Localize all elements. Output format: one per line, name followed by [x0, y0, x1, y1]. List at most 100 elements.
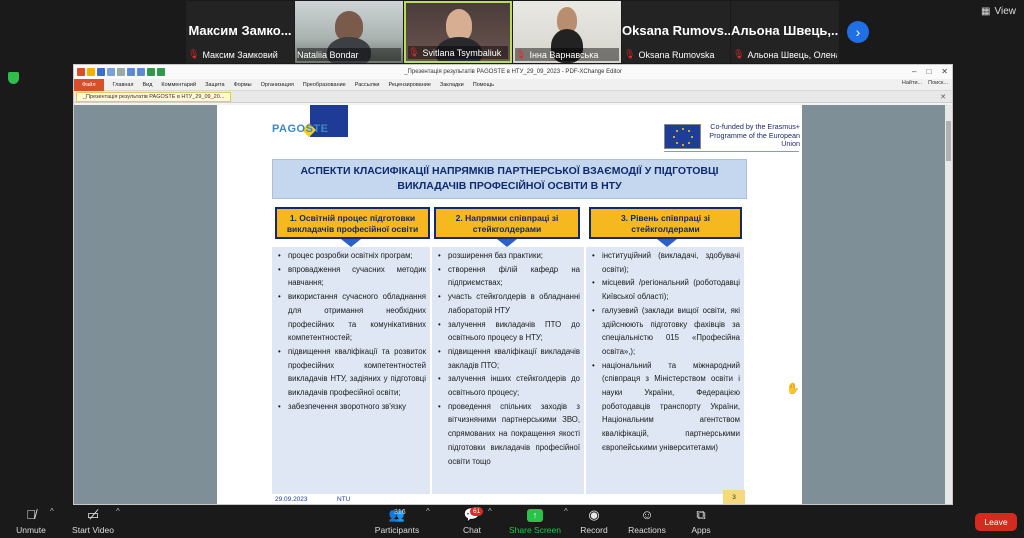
participants-count: 316 [394, 509, 406, 516]
chevron-up-icon[interactable]: ^ [426, 507, 430, 516]
ribbon-tab[interactable]: Комментарий [161, 82, 196, 88]
grid-icon: ▦ [981, 6, 991, 17]
slide-footer-date: 29.09.2023 [275, 496, 308, 503]
participant-display-name: Альона Швець,... [731, 23, 839, 38]
ribbon-tab[interactable]: Организация [261, 82, 294, 88]
record-label: Record [580, 525, 608, 535]
security-shield-icon[interactable] [8, 72, 19, 84]
participant-name: Oksana Rumovska [638, 49, 715, 60]
reactions-icon: ☺ [640, 507, 654, 522]
participant-name: Максим Замковий [202, 49, 278, 60]
apps-icon: ⧉ [696, 507, 706, 522]
list-item: забезпечення зворотного зв'язку [278, 400, 426, 414]
participant-name: Інна Варнавська [529, 49, 599, 60]
mic-muted-icon: 🎙 [624, 49, 636, 59]
view-button[interactable]: ▦ View [981, 6, 1016, 17]
participant-display-name: Oksana Rumovs... [622, 23, 730, 38]
pdf-slide: PAGOSTE Co-funded by the Erasmus+ Progra… [217, 105, 802, 504]
record-icon: ◉ [588, 507, 600, 522]
participant-display-name: Максим Замко... [188, 23, 292, 38]
mic-off-icon: 🎙̸ [26, 507, 36, 522]
ribbon-tab[interactable]: Преобразование [303, 82, 346, 88]
apps-button[interactable]: ⧉ Apps [688, 507, 714, 535]
ribbon-tab[interactable]: Рецензирование [388, 82, 430, 88]
leave-button[interactable]: Leave [975, 513, 1017, 531]
video-off-icon: ▭̸ [86, 507, 100, 522]
slide-footer-org: NTU [337, 496, 351, 503]
list-item: галузевий (заклади вищої освіти, які зді… [592, 304, 740, 359]
column-heading-1: 1. Освітній процес підготовки викладачів… [275, 207, 430, 239]
eu-funding-text: Co-funded by the Erasmus+ Programme of t… [709, 122, 800, 148]
ribbon-tab[interactable]: Главная [113, 82, 134, 88]
next-participants-icon[interactable]: › [847, 21, 869, 43]
list-item: використання сучасного обладнання для от… [278, 290, 426, 345]
list-item: впровадження сучасних методик навчання; [278, 263, 426, 290]
participant-tile[interactable]: 🎙 Інна Варнавська [513, 1, 621, 63]
chat-label: Chat [463, 525, 481, 535]
participant-name: Альона Швець, Олена... [747, 49, 837, 60]
ribbon-tab[interactable]: Вид [142, 82, 152, 88]
arrow-down-icon [341, 239, 361, 247]
start-video-label: Start Video [72, 525, 114, 535]
list-item: залучення викладачів ПТО до освітнього п… [438, 318, 580, 345]
mic-muted-icon: 🎙 [408, 47, 420, 57]
participants-label: Participants [374, 525, 420, 535]
start-video-button[interactable]: ▭̸ Start Video [70, 507, 116, 535]
apps-label: Apps [691, 525, 711, 535]
window-controls: – □ ✕ [912, 67, 948, 76]
document-tabs: _Презентація результатів PAGOSTE в НТУ_2… [74, 91, 952, 103]
ribbon-tab-file[interactable]: Файл [74, 78, 104, 91]
share-screen-icon: ↑ [527, 509, 543, 522]
arrow-down-icon [497, 239, 517, 247]
ribbon-tab[interactable]: Формы [234, 82, 252, 88]
participant-tile[interactable]: Максим Замко... 🎙 Максим Замковий [186, 1, 294, 63]
reactions-button[interactable]: ☺ Reactions [628, 507, 666, 535]
chat-button[interactable]: 💬 61 Chat [458, 507, 486, 535]
slide-title: АСПЕКТИ КЛАСИФІКАЦІЇ НАПРЯМКІВ ПАРТНЕРСЬ… [272, 159, 747, 199]
chevron-up-icon[interactable]: ^ [488, 507, 492, 516]
document-tab[interactable]: _Презентація результатів PAGOSTE в НТУ_2… [76, 91, 232, 102]
reactions-label: Reactions [628, 525, 666, 535]
participant-name: Svitlana Tsymbaliuk [422, 47, 502, 58]
ribbon-tab[interactable]: Рассылки [355, 82, 380, 88]
find-button[interactable]: Найти... [902, 80, 922, 86]
record-button[interactable]: ◉ Record [578, 507, 610, 535]
shared-window: _Презентація результатів PAGOSTE в НТУ_2… [73, 64, 953, 505]
unmute-button[interactable]: 🎙̸ Unmute [14, 507, 48, 535]
ribbon-tab[interactable]: Помощь [473, 82, 494, 88]
chevron-up-icon[interactable]: ^ [50, 507, 54, 516]
close-icon[interactable]: ✕ [941, 67, 948, 76]
meeting-toolbar: 🎙̸ Unmute ^ ▭̸ Start Video ^ 👥 316 Parti… [0, 505, 1024, 538]
window-titlebar: _Презентація результатів PAGOSTE в НТУ_2… [74, 65, 952, 79]
ribbon-tab[interactable]: Защита [205, 82, 225, 88]
list-item: розширення баз практики; [438, 249, 580, 263]
mic-muted-icon: 🎙 [188, 49, 200, 59]
eu-flag-icon [664, 124, 701, 149]
list-item: підвищення кваліфікації та розвиток проф… [278, 345, 426, 400]
vertical-scrollbar[interactable] [945, 105, 952, 504]
list-item: процес розробки освітніх програм; [278, 249, 426, 263]
mic-muted-icon: 🎙 [733, 49, 745, 59]
chat-badge: 61 [470, 507, 484, 516]
minimize-icon[interactable]: – [912, 67, 916, 76]
maximize-icon[interactable]: □ [926, 67, 931, 76]
participant-tile[interactable]: Nataliia Bondar [295, 1, 403, 63]
arrow-down-icon [657, 239, 677, 247]
participant-tile[interactable]: Oksana Rumovs... 🎙 Oksana Rumovska [622, 1, 730, 63]
chevron-up-icon[interactable]: ^ [564, 507, 568, 516]
close-tab-icon[interactable]: ✕ [940, 93, 946, 101]
share-screen-button[interactable]: ↑ Share Screen [508, 507, 562, 535]
list-item: інституційний (викладачі, здобувачі осві… [592, 249, 740, 276]
participant-tile[interactable]: Альона Швець,... 🎙Альона Швець, Олена... [731, 1, 839, 63]
document-canvas: PAGOSTE Co-funded by the Erasmus+ Progra… [74, 105, 952, 504]
participant-tile-speaking[interactable]: 🎙 Svitlana Tsymbaliuk [404, 1, 512, 63]
search-button[interactable]: Поиск... [928, 80, 948, 86]
column-body-2: розширення баз практики; створення філій… [432, 247, 584, 494]
chevron-up-icon[interactable]: ^ [116, 507, 120, 516]
scrollbar-thumb[interactable] [946, 121, 951, 161]
list-item: проведення спільних заходів з вітчизняни… [438, 400, 580, 469]
participants-button[interactable]: 👥 316 Participants [374, 507, 420, 535]
pagoste-logo-text: PAGOSTE [272, 123, 329, 135]
ribbon-tab[interactable]: Закладки [440, 82, 464, 88]
mic-muted-icon: 🎙 [515, 49, 527, 59]
